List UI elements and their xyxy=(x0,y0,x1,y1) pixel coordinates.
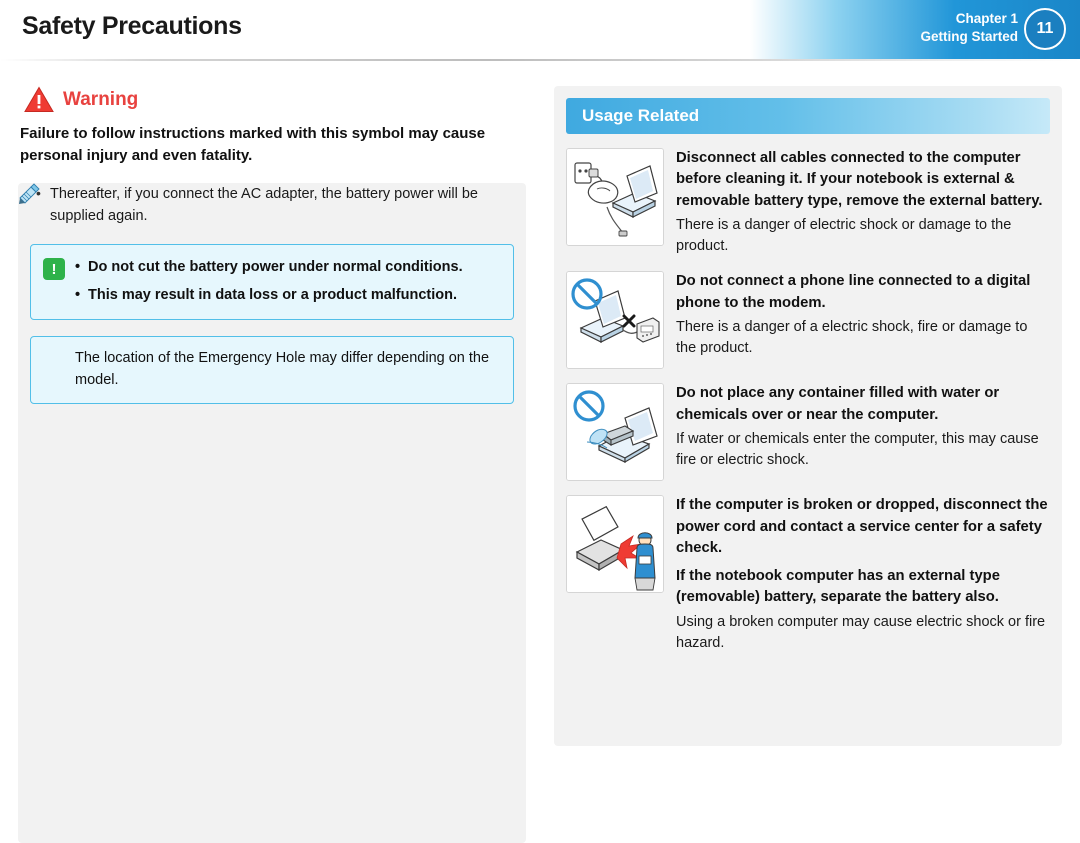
usage-related-title: Usage Related xyxy=(582,106,700,125)
caution-item-text: Do not cut the battery power under norma… xyxy=(88,259,463,276)
left-note-panel: • Thereafter, if you connect the AC adap… xyxy=(18,182,526,843)
usage-entry: If the computer is broken or dropped, di… xyxy=(566,495,1048,654)
no-phone-line-to-modem-illustration xyxy=(566,271,664,370)
note-text: The location of the Emergency Hole may d… xyxy=(75,349,490,388)
usage-entry-subtitle: There is a danger of a electric shock, f… xyxy=(676,318,1028,356)
warning-heading: Warning xyxy=(24,86,526,113)
page-header: Safety Precautions Chapter 1 Getting Sta… xyxy=(0,0,1080,61)
warning-description: Failure to follow instructions marked wi… xyxy=(20,125,486,164)
caution-list-item: • This may result in data loss or a prod… xyxy=(75,285,503,307)
caution-list: • Do not cut the battery power under nor… xyxy=(75,257,503,307)
usage-entry-subtitle: Using a broken computer may cause electr… xyxy=(676,613,1046,651)
usage-entry-subtitle: There is a danger of electric shock or d… xyxy=(676,216,1012,255)
chapter-banner: Chapter 1 Getting Started 11 xyxy=(750,0,1080,60)
chapter-name: Getting Started xyxy=(920,29,1018,45)
cleaning-computer-unplug-illustration xyxy=(566,148,664,246)
caution-bullet-marker: • xyxy=(75,287,81,304)
warning-label: Warning xyxy=(63,88,139,110)
usage-entry-subtitle: If water or chemicals enter the computer… xyxy=(676,430,1039,468)
usage-entry: Do not place any container filled with w… xyxy=(566,383,1048,482)
usage-entry-body: If the computer is broken or dropped, di… xyxy=(676,495,1048,654)
usage-related-section-header: Usage Related xyxy=(566,98,1050,134)
caution-list-item: • Do not cut the battery power under nor… xyxy=(75,257,503,279)
usage-entry-title: Do not connect a phone line connected to… xyxy=(676,273,1031,311)
usage-entry-body: Do not place any container filled with w… xyxy=(676,383,1048,481)
warning-triangle-icon xyxy=(24,86,54,113)
chapter-number: Chapter 1 xyxy=(955,11,1018,26)
right-column: Usage Related Disconnect all cables conn… xyxy=(554,86,1062,746)
left-bullet-item: • Thereafter, if you connect the AC adap… xyxy=(18,183,526,228)
left-column: Warning Failure to follow instructions m… xyxy=(18,86,526,843)
usage-entry-title: If the computer is broken or dropped, di… xyxy=(676,497,1048,556)
caution-box: ! • Do not cut the battery power under n… xyxy=(30,244,514,320)
note-box: The location of the Emergency Hole may d… xyxy=(19,182,514,405)
page-number-badge: 11 xyxy=(1024,8,1066,50)
caution-item-text: This may result in data loss or a produc… xyxy=(88,287,458,304)
bullet-text: Thereafter, if you connect the AC adapte… xyxy=(50,185,478,224)
usage-entry-title: Disconnect all cables connected to the c… xyxy=(676,150,1043,209)
usage-entry-title: Do not place any container filled with w… xyxy=(676,385,1000,423)
exclamation-icon: ! xyxy=(43,258,65,281)
usage-entry-body: Disconnect all cables connected to the c… xyxy=(676,148,1048,257)
usage-entry: Do not connect a phone line connected to… xyxy=(566,271,1048,370)
usage-entry-title-secondary: If the notebook computer has an external… xyxy=(676,568,1000,606)
chapter-text: Chapter 1 Getting Started xyxy=(920,10,1018,46)
usage-entry: Disconnect all cables connected to the c… xyxy=(566,148,1048,257)
broken-computer-service-center-illustration xyxy=(566,495,664,594)
no-liquid-container-illustration xyxy=(566,383,664,482)
pencil-note-icon xyxy=(19,182,67,371)
usage-entry-body: Do not connect a phone line connected to… xyxy=(676,271,1048,369)
page-title: Safety Precautions xyxy=(22,12,242,40)
caution-bullet-marker: • xyxy=(75,259,81,276)
page-content: Warning Failure to follow instructions m… xyxy=(0,72,1080,843)
header-divider xyxy=(0,59,1080,61)
